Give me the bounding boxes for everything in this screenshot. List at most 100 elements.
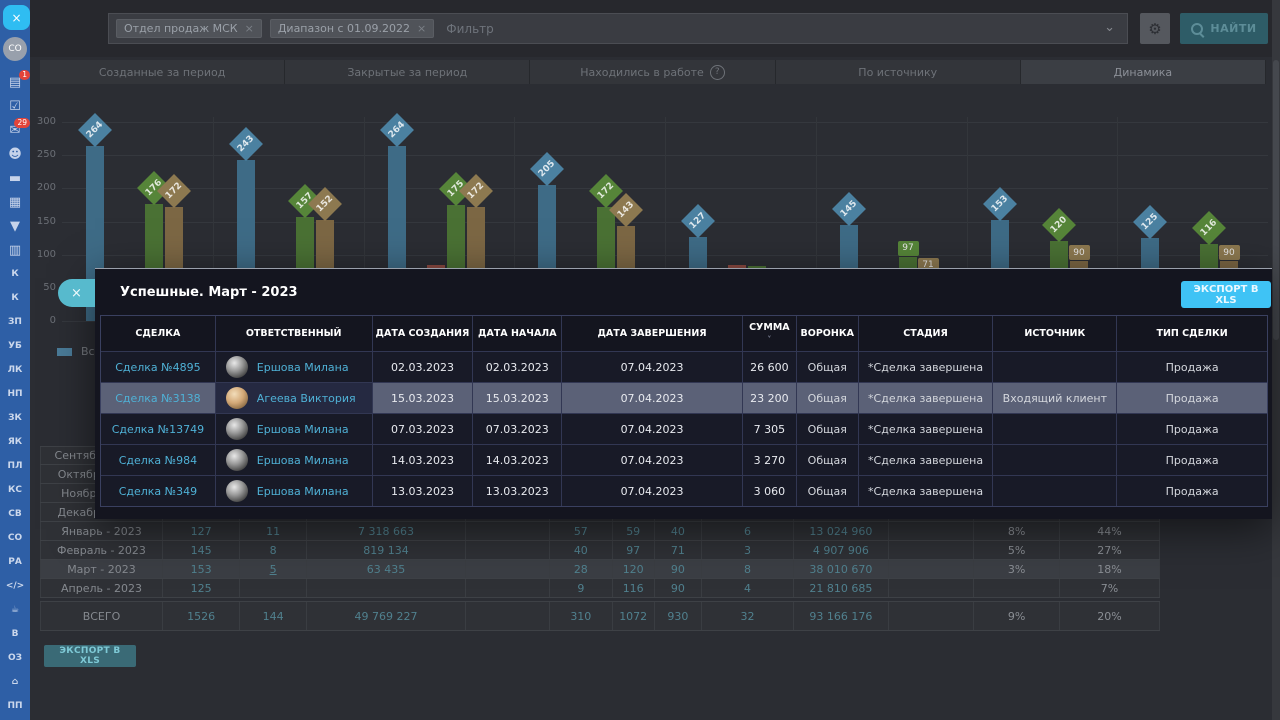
summary-row[interactable]: Апрель - 2023125911690421 810 6857% [40,579,1160,598]
sidebar-item-[interactable]: ⌂ [0,670,30,694]
value-cell[interactable]: 20% [1060,602,1160,630]
sidebar-item-ЛК[interactable]: ЛК [0,358,30,382]
value-cell[interactable]: 27% [1060,541,1160,559]
responsible-cell[interactable]: Ершова Милана [216,414,373,444]
sidebar-item-ПЛ[interactable]: ПЛ [0,454,30,478]
responsible-cell[interactable]: Ершова Милана [216,352,373,382]
inbox-icon[interactable]: ▬ [0,166,30,190]
modal-export-xls-button[interactable]: ЭКСПОРТ В XLS [1181,281,1271,308]
value-cell[interactable]: 8% [974,522,1060,540]
value-cell[interactable]: 7 318 663 [307,522,466,540]
value-cell[interactable]: 125 [163,579,240,597]
value-cell[interactable]: 3% [974,560,1060,578]
feed-icon[interactable]: ▤1 [0,70,30,94]
sidebar-item-НП[interactable]: НП [0,382,30,406]
column-header-2[interactable]: ОТВЕТСТВЕННЫЙ [216,316,373,351]
sidebar-item-ЯК[interactable]: ЯК [0,430,30,454]
value-cell[interactable]: 1072 [613,602,655,630]
summary-row[interactable]: Январь - 2023127117 318 663575940613 024… [40,522,1160,541]
value-cell[interactable]: 3 [702,541,794,559]
value-cell[interactable]: 11 [240,522,306,540]
responsible-cell[interactable]: Ершова Милана [216,476,373,506]
value-cell[interactable]: 57 [550,522,613,540]
value-cell[interactable]: 63 435 [307,560,466,578]
value-cell[interactable]: 40 [655,522,702,540]
value-cell[interactable]: 4 [702,579,794,597]
deal-link[interactable]: Сделка №349 [101,476,216,506]
export-xls-button[interactable]: ЭКСПОРТ В XLS [44,645,136,667]
sidebar-item-РА[interactable]: РА [0,550,30,574]
value-cell[interactable]: 145 [163,541,240,559]
value-cell[interactable]: 116 [613,579,655,597]
responsible-cell[interactable]: Ершова Милана [216,445,373,475]
responsible-link[interactable]: Ершова Милана [257,361,349,374]
responsible-link[interactable]: Ершова Милана [257,454,349,467]
value-cell[interactable]: 97 [613,541,655,559]
sidebar-item-СО[interactable]: СО [0,526,30,550]
column-header-9[interactable]: ИСТОЧНИК [993,316,1117,351]
summary-row[interactable]: Февраль - 20231458819 13440977134 907 90… [40,541,1160,560]
column-header-5[interactable]: ДАТА ЗАВЕРШЕНИЯ [562,316,743,351]
responsible-link[interactable]: Агеева Виктория [257,392,356,405]
responsible-cell[interactable]: Агеева Виктория [216,383,373,413]
value-cell[interactable]: 28 [550,560,613,578]
sidebar-item-ПП[interactable]: ПП [0,694,30,718]
column-header-8[interactable]: СТАДИЯ [859,316,994,351]
value-cell[interactable]: 59 [613,522,655,540]
card-icon[interactable]: ▥ [0,238,30,262]
modal-close-button[interactable]: × [58,279,95,307]
value-cell[interactable]: 9% [974,602,1060,630]
value-cell[interactable]: 7% [1060,579,1160,597]
value-cell[interactable]: 5 [240,560,306,578]
value-cell[interactable]: 44% [1060,522,1160,540]
sidebar-item-К[interactable]: К [0,262,30,286]
summary-row[interactable]: Март - 2023153563 4352812090838 010 6703… [40,560,1160,579]
value-cell[interactable]: 8 [702,560,794,578]
value-cell[interactable]: 310 [550,602,613,630]
value-cell[interactable]: 18% [1060,560,1160,578]
column-header-7[interactable]: ВОРОНКА [797,316,859,351]
value-cell[interactable]: 127 [163,522,240,540]
summary-total-row[interactable]: ВСЕГО152614449 769 22731010729303293 166… [40,601,1160,631]
column-header-6[interactable]: СУММА˅ [743,316,797,351]
sidebar-item-ОЗ[interactable]: ОЗ [0,646,30,670]
column-header-10[interactable]: ТИП СДЕЛКИ [1117,316,1267,351]
deal-link[interactable]: Сделка №3138 [101,383,216,413]
sidebar-item-УБ[interactable]: УБ [0,334,30,358]
value-cell[interactable]: 1526 [163,602,240,630]
deal-row[interactable]: Сделка №984Ершова Милана14.03.202314.03.… [101,444,1267,475]
deal-row[interactable]: Сделка №13749Ершова Милана07.03.202307.0… [101,413,1267,444]
value-cell[interactable]: 5% [974,541,1060,559]
people-icon[interactable]: ☻ [0,142,30,166]
sidebar-item-КС[interactable]: КС [0,478,30,502]
sidebar-item-ЗК[interactable]: ЗК [0,406,30,430]
sidebar-item-СВ[interactable]: СВ [0,502,30,526]
deal-row[interactable]: Сделка №349Ершова Милана13.03.202313.03.… [101,475,1267,506]
value-cell[interactable]: 21 810 685 [794,579,889,597]
column-header-4[interactable]: ДАТА НАЧАЛА [473,316,562,351]
sort-chevron-icon[interactable]: ˅ [767,334,771,345]
responsible-link[interactable]: Ершова Милана [257,423,349,436]
value-cell[interactable]: 40 [550,541,613,559]
scrollbar-thumb[interactable] [1273,60,1279,340]
value-cell[interactable]: 153 [163,560,240,578]
value-cell[interactable]: 120 [613,560,655,578]
deal-link[interactable]: Сделка №984 [101,445,216,475]
value-cell[interactable]: 71 [655,541,702,559]
chat-icon[interactable]: ✉29 [0,118,30,142]
sidebar-item-B[interactable]: B [0,622,30,646]
value-cell[interactable]: 819 134 [307,541,466,559]
value-cell[interactable]: 49 769 227 [307,602,466,630]
column-header-3[interactable]: ДАТА СОЗДАНИЯ [373,316,474,351]
value-cell[interactable]: 930 [655,602,702,630]
value-cell[interactable]: 90 [655,579,702,597]
value-cell[interactable]: 8 [240,541,306,559]
funnel-icon[interactable]: ▼ [0,214,30,238]
deal-row[interactable]: Сделка №4895Ершова Милана02.03.202302.03… [101,351,1267,382]
sidebar-item-[interactable]: ☕ [0,598,30,622]
sidebar-close-button[interactable]: × [3,5,30,30]
value-cell[interactable]: 93 166 176 [794,602,889,630]
value-cell[interactable]: 32 [702,602,794,630]
avatar[interactable]: СО [3,37,27,61]
value-cell[interactable]: 90 [655,560,702,578]
